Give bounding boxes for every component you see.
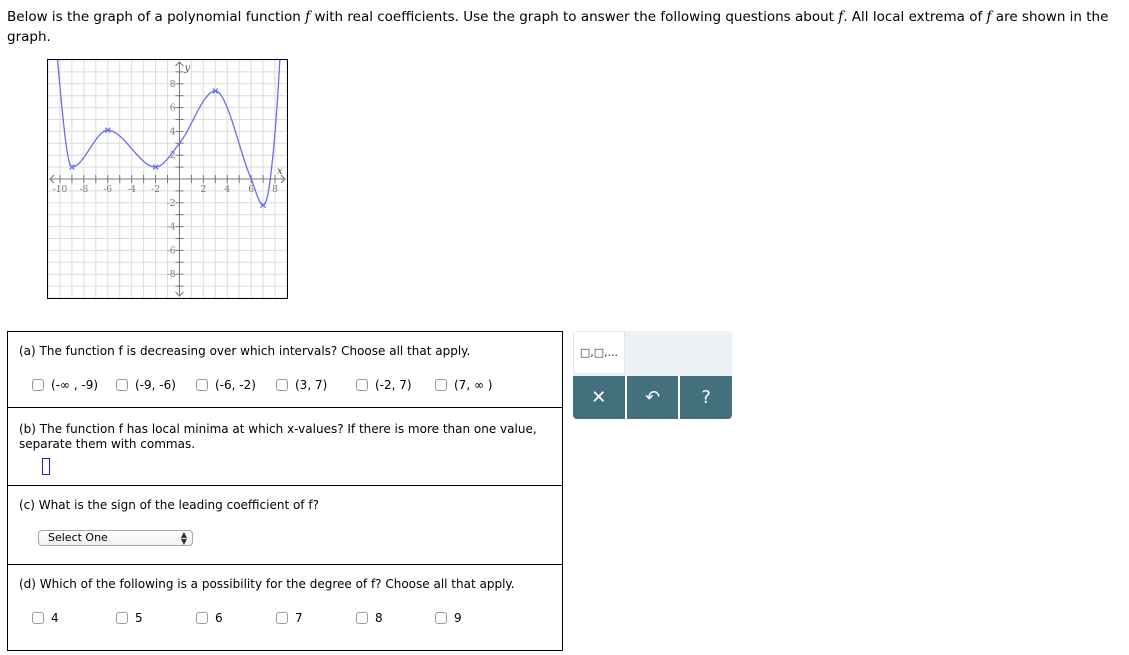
y-tick-label: 8 <box>170 80 176 90</box>
select-arrows-icon: ▲ ▼ <box>180 530 187 546</box>
option-label: 6 <box>215 611 223 625</box>
x-tick-label: -6 <box>103 185 112 195</box>
x-tick-label: -2 <box>151 185 160 195</box>
x-tick-label: -8 <box>79 185 88 195</box>
option-label: (7, ∞ ) <box>454 378 493 392</box>
checkbox[interactable] <box>116 612 128 624</box>
leading-coefficient-select[interactable]: Select One ▲ ▼ <box>38 530 193 546</box>
help-button[interactable]: ? <box>680 376 732 419</box>
option-label: 4 <box>51 611 59 625</box>
interval-option[interactable]: (7, ∞ ) <box>435 378 492 392</box>
interval-option[interactable]: (-2, 7) <box>356 378 412 392</box>
interval-option[interactable]: (-6, -2) <box>196 378 256 392</box>
option-label: (-∞ , -9) <box>51 378 99 392</box>
intro-text: with real coefficients. Use the graph to… <box>310 9 839 25</box>
x-axis-label: x <box>277 166 283 177</box>
question-a: (a) The function f is decreasing over wh… <box>8 332 562 408</box>
local-minima-answer-input[interactable] <box>42 458 50 475</box>
x-tick-label: -10 <box>53 185 68 195</box>
y-axis-label: y <box>183 63 190 74</box>
checkbox[interactable] <box>435 379 447 391</box>
instructions: Below is the graph of a polynomial funct… <box>7 7 1127 47</box>
clear-button[interactable]: ✕ <box>573 376 627 419</box>
answer-tools-panel: □,□,... ✕ ↶ ? <box>573 331 732 419</box>
option-label: (-9, -6) <box>135 378 176 392</box>
undo-button[interactable]: ↶ <box>626 376 681 419</box>
degree-option[interactable]: 4 <box>32 611 59 625</box>
question-d-text: (d) Which of the following is a possibil… <box>19 577 515 591</box>
help-icon: ? <box>701 387 711 408</box>
checkbox[interactable] <box>116 379 128 391</box>
x-tick-label: -4 <box>127 185 136 195</box>
checkbox[interactable] <box>276 379 288 391</box>
undo-icon: ↶ <box>644 387 661 408</box>
question-b-text: (b) The function f has local minima at w… <box>19 422 537 451</box>
option-label: 7 <box>295 611 303 625</box>
y-tick-label: -2 <box>167 199 176 209</box>
option-label: 9 <box>454 611 462 625</box>
close-icon: ✕ <box>591 387 607 408</box>
question-c-text: (c) What is the sign of the leading coef… <box>19 498 319 512</box>
degree-option[interactable]: 6 <box>196 611 223 625</box>
checkbox[interactable] <box>196 379 208 391</box>
checkbox[interactable] <box>356 612 368 624</box>
question-c: (c) What is the sign of the leading coef… <box>8 486 562 565</box>
degree-option[interactable]: 8 <box>356 611 383 625</box>
option-label: 8 <box>375 611 383 625</box>
option-label: 5 <box>135 611 143 625</box>
checkbox[interactable] <box>32 379 44 391</box>
checkbox[interactable] <box>196 612 208 624</box>
y-tick-label: -6 <box>167 246 176 256</box>
interval-option[interactable]: (3, 7) <box>276 378 327 392</box>
y-tick-label: -4 <box>167 223 176 233</box>
question-b: (b) The function f has local minima at w… <box>8 408 562 486</box>
select-value: Select One <box>48 531 108 544</box>
graph-svg: -10 -8 -6 -4 -2 2 4 6 88642-2-4-6-8xy <box>48 60 287 298</box>
y-tick-label: 6 <box>170 104 176 114</box>
degree-option[interactable]: 7 <box>276 611 303 625</box>
option-label: (-6, -2) <box>215 378 256 392</box>
y-tick-label: -8 <box>167 270 176 280</box>
checkbox[interactable] <box>276 612 288 624</box>
option-label: (-2, 7) <box>375 378 412 392</box>
list-format-icon: □,□,... <box>579 346 619 359</box>
question-a-text: (a) The function f is decreasing over wh… <box>19 344 471 358</box>
degree-option[interactable]: 9 <box>435 611 462 625</box>
polynomial-graph: -10 -8 -6 -4 -2 2 4 6 8 8 6 4 2 -2 -4 -6 -8 x y <box>47 59 288 299</box>
intro-text: . All local extrema of <box>843 9 987 25</box>
degree-option[interactable]: 5 <box>116 611 143 625</box>
x-tick-label: 8 <box>272 185 278 195</box>
questions-panel: (a) The function f is decreasing over wh… <box>7 331 563 651</box>
option-label: (3, 7) <box>295 378 328 392</box>
interval-option[interactable]: (-∞ , -9) <box>32 378 98 392</box>
x-tick-label: 4 <box>224 185 230 195</box>
checkbox[interactable] <box>32 612 44 624</box>
list-format-button[interactable]: □,□,... <box>573 331 625 374</box>
checkbox[interactable] <box>435 612 447 624</box>
interval-option[interactable]: (-9, -6) <box>116 378 176 392</box>
intro-text: Below is the graph of a polynomial funct… <box>7 9 306 25</box>
checkbox[interactable] <box>356 379 368 391</box>
y-tick-label: 4 <box>170 127 176 137</box>
x-tick-label: 2 <box>200 185 206 195</box>
function-curve <box>56 60 281 206</box>
